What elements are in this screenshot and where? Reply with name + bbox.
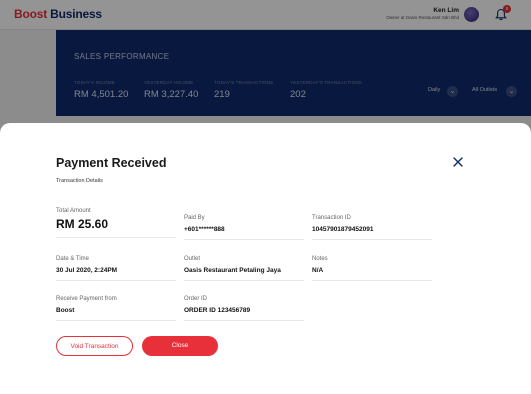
field-label: Date & Time	[56, 256, 90, 262]
field-label: Paid By	[184, 215, 205, 221]
notes-value: N/A	[312, 267, 324, 274]
order-id-value: ORDER ID 123456789	[184, 307, 251, 314]
total-amount-field: Total Amount RM 25.60	[56, 208, 176, 238]
modal-subtitle: Transaction Details	[56, 178, 103, 184]
field-label: Order ID	[184, 296, 208, 302]
close-button[interactable]: Close	[142, 336, 218, 356]
field-label: Transaction ID	[312, 215, 351, 221]
field-label: Total Amount	[56, 208, 91, 214]
total-amount-value: RM 25.60	[56, 217, 109, 231]
date-time-field: Date & Time 30 Jul 2020, 2:24PM	[56, 256, 176, 281]
paid-by-value: +601******888	[184, 226, 225, 233]
modal-title: Payment Received	[56, 156, 167, 170]
order-id-field: Order ID ORDER ID 123456789	[184, 296, 304, 321]
notes-field: Notes N/A	[312, 256, 432, 281]
receive-payment-from-field: Receive Payment from Boost	[56, 296, 176, 321]
field-label: Receive Payment from	[56, 296, 117, 302]
field-label: Outlet	[184, 256, 201, 262]
paid-by-field: Paid By +601******888	[184, 215, 304, 240]
field-label: Notes	[312, 256, 328, 262]
outlet-field: Outlet Oasis Restaurant Petaling Jaya	[184, 256, 304, 281]
transaction-id-value: 10457901879452091	[312, 226, 374, 233]
transaction-id-field: Transaction ID 10457901879452091	[312, 215, 432, 240]
receive-payment-from-value: Boost	[56, 307, 75, 314]
outlet-value: Oasis Restaurant Petaling Jaya	[184, 267, 281, 274]
close-icon[interactable]	[452, 156, 464, 168]
payment-received-modal: Payment Received Transaction Details Tot…	[0, 123, 531, 394]
void-transaction-button[interactable]: Void Transaction	[56, 336, 133, 356]
date-time-value: 30 Jul 2020, 2:24PM	[56, 267, 118, 274]
